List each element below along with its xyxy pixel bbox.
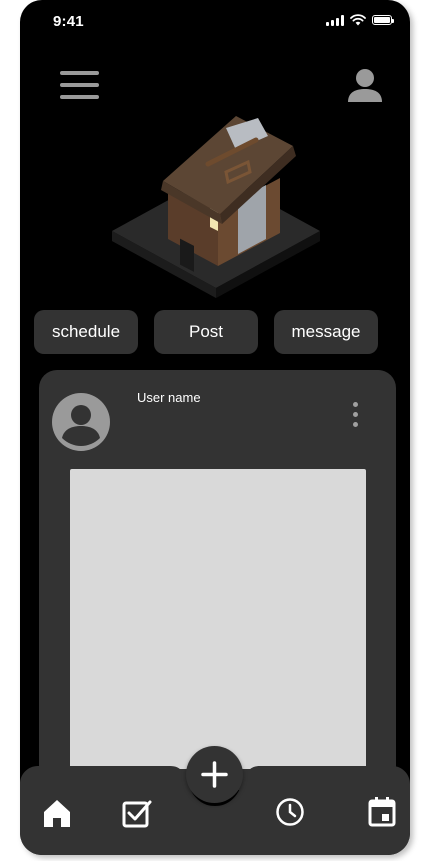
status-time: 9:41 bbox=[53, 13, 84, 30]
isometric-wooden-hut-illustration bbox=[112, 116, 320, 298]
post-image-placeholder[interactable] bbox=[70, 469, 366, 769]
tab-message[interactable]: message bbox=[274, 310, 378, 354]
cellular-signal-icon bbox=[326, 14, 344, 26]
post-username[interactable]: User name bbox=[137, 390, 201, 405]
tab-schedule[interactable]: schedule bbox=[34, 310, 138, 354]
battery-level-fill bbox=[374, 17, 390, 23]
calendar-icon[interactable] bbox=[368, 796, 396, 827]
more-vertical-icon[interactable] bbox=[345, 402, 365, 432]
home-icon[interactable] bbox=[42, 798, 72, 828]
battery-icon bbox=[372, 15, 394, 25]
status-bar: 9:41 bbox=[20, 0, 410, 44]
user-avatar-icon[interactable] bbox=[52, 393, 110, 451]
user-profile-icon[interactable] bbox=[346, 68, 384, 104]
post-card: User name bbox=[39, 370, 396, 790]
checkbox-icon[interactable] bbox=[122, 798, 152, 828]
add-button[interactable] bbox=[186, 746, 243, 803]
plus-icon bbox=[201, 761, 228, 788]
wifi-icon bbox=[350, 14, 366, 26]
tab-post[interactable]: Post bbox=[154, 310, 258, 354]
status-icons bbox=[326, 14, 394, 26]
clock-icon[interactable] bbox=[275, 797, 305, 827]
phone-screen: 9:41 schedule Post message User name bbox=[20, 0, 410, 855]
hamburger-menu-icon[interactable] bbox=[60, 71, 99, 101]
